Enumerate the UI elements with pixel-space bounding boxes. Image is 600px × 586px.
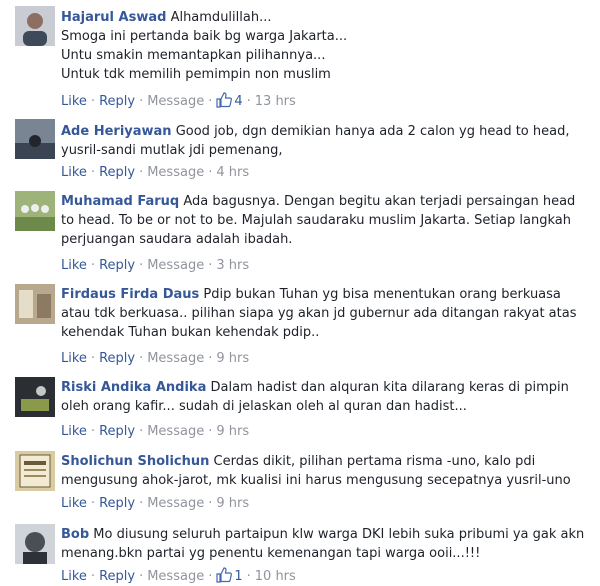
separator: · — [208, 351, 213, 366]
separator: · — [208, 165, 213, 180]
avatar[interactable] — [15, 284, 55, 324]
separator: · — [90, 165, 96, 180]
separator: · — [139, 94, 144, 109]
comment: Sholichun Sholichun Cerdas dikit, piliha… — [0, 446, 600, 520]
comment-text-line: kehendak Tuhan bukan kehendak pdip.. — [61, 325, 320, 340]
comment-text-line: Mo diusung seluruh partaipun klw warga D… — [93, 527, 585, 542]
timestamp[interactable]: 13 hrs — [255, 94, 296, 109]
timestamp[interactable]: 10 hrs — [255, 569, 296, 584]
comment: Hajarul Aswad Alhamdulillah... Smoga ini… — [0, 0, 600, 116]
comment-author[interactable]: Firdaus Firda Daus — [61, 287, 199, 302]
separator: · — [246, 94, 251, 109]
separator: · — [246, 569, 251, 584]
separator: · — [90, 351, 96, 366]
separator: · — [139, 424, 144, 439]
like-button[interactable]: Like — [61, 94, 87, 109]
message-button[interactable]: Message — [147, 351, 204, 366]
comment-author[interactable]: Sholichun Sholichun — [61, 454, 209, 469]
message-button[interactable]: Message — [147, 496, 204, 511]
comment-text-line: to head. To be or not to be. Majulah sau… — [61, 213, 571, 228]
avatar[interactable] — [15, 451, 55, 491]
comment-text-line: Good job, dgn demikian hanya ada 2 calon… — [175, 124, 570, 139]
comment: Firdaus Firda Daus Pdip bukan Tuhan yg b… — [0, 279, 600, 372]
reply-button[interactable]: Reply — [99, 496, 135, 511]
like-button[interactable]: Like — [61, 165, 87, 180]
reply-button[interactable]: Reply — [99, 351, 135, 366]
separator: · — [90, 94, 96, 109]
like-count[interactable]: 4 — [216, 92, 243, 109]
comment: Riski Andika Andika Dalam hadist dan alq… — [0, 372, 600, 446]
separator: · — [90, 258, 96, 273]
avatar[interactable] — [15, 524, 55, 564]
reply-button[interactable]: Reply — [99, 165, 135, 180]
avatar[interactable] — [15, 191, 55, 231]
timestamp[interactable]: 9 hrs — [216, 424, 249, 439]
comment-text-line: perjuangan saudara adalah ibadah. — [61, 232, 293, 247]
message-button[interactable]: Message — [147, 258, 204, 273]
comment-text-line: Ada bagusnya. Dengan begitu akan terjadi… — [183, 194, 576, 209]
reply-button[interactable]: Reply — [99, 94, 135, 109]
like-count[interactable]: 1 — [216, 567, 243, 584]
separator: · — [139, 258, 144, 273]
separator: · — [139, 496, 144, 511]
avatar[interactable] — [15, 6, 55, 46]
like-button[interactable]: Like — [61, 351, 87, 366]
comment-author[interactable]: Riski Andika Andika — [61, 380, 206, 395]
comment-text-line: mengusung ahok-jarot, mk kualisi ini har… — [61, 473, 571, 488]
comment: Bob Mo diusung seluruh partaipun klw war… — [0, 520, 600, 584]
message-button[interactable]: Message — [147, 569, 204, 584]
comment: Muhamad Faruq Ada bagusnya. Dengan begit… — [0, 186, 600, 279]
comment-author[interactable]: Ade Heriyawan — [61, 124, 172, 139]
like-count-number: 1 — [234, 569, 243, 584]
like-count-number: 4 — [234, 94, 243, 109]
comment-text-line: Untu smakin memantapkan pilihannya... — [61, 48, 326, 63]
separator: · — [90, 569, 96, 584]
like-button[interactable]: Like — [61, 258, 87, 273]
like-button[interactable]: Like — [61, 496, 87, 511]
comment-text-line: atau tdk berkuasa.. pilihan siapa yg aka… — [61, 306, 577, 321]
separator: · — [139, 351, 144, 366]
timestamp[interactable]: 9 hrs — [216, 496, 249, 511]
separator: · — [208, 258, 213, 273]
avatar[interactable] — [15, 377, 55, 417]
separator: · — [90, 496, 96, 511]
comment-text-line: Cerdas dikit, pilihan pertama risma -uno… — [213, 454, 536, 469]
comment-text-line: Untuk tdk memilih pemimpin non muslim — [61, 67, 331, 82]
separator: · — [139, 569, 144, 584]
message-button[interactable]: Message — [147, 424, 204, 439]
comment-text-line: Pdip bukan Tuhan yg bisa menentukan oran… — [203, 287, 561, 302]
message-button[interactable]: Message — [147, 165, 204, 180]
separator: · — [208, 496, 213, 511]
comment-text-line: Dalam hadist dan alquran kita dilarang k… — [210, 380, 569, 395]
separator: · — [90, 424, 96, 439]
thumbs-up-icon — [216, 92, 233, 108]
comment-text-line: Alhamdulillah... — [170, 10, 272, 25]
separator: · — [208, 424, 213, 439]
reply-button[interactable]: Reply — [99, 258, 135, 273]
timestamp[interactable]: 9 hrs — [216, 351, 249, 366]
like-button[interactable]: Like — [61, 569, 87, 584]
comment-author[interactable]: Bob — [61, 527, 89, 542]
separator: · — [208, 569, 213, 584]
separator: · — [208, 94, 213, 109]
reply-button[interactable]: Reply — [99, 424, 135, 439]
avatar[interactable] — [15, 119, 55, 159]
timestamp[interactable]: 4 hrs — [216, 165, 249, 180]
message-button[interactable]: Message — [147, 94, 204, 109]
comment-text-line: menang.bkn partai yg penentu kemenangan … — [61, 546, 481, 561]
comment: Ade Heriyawan Good job, dgn demikian han… — [0, 116, 600, 186]
comment-author[interactable]: Hajarul Aswad — [61, 10, 166, 25]
comment-text-line: oleh orang kafir... sudah di jelaskan ol… — [61, 399, 467, 414]
separator: · — [139, 165, 144, 180]
timestamp[interactable]: 3 hrs — [216, 258, 249, 273]
reply-button[interactable]: Reply — [99, 569, 135, 584]
comment-text-line: yusril-sandi mutlak jdi pemenang, — [61, 143, 283, 158]
like-button[interactable]: Like — [61, 424, 87, 439]
comment-text-line: Smoga ini pertanda baik bg warga Jakarta… — [61, 29, 348, 44]
comment-author[interactable]: Muhamad Faruq — [61, 194, 179, 209]
